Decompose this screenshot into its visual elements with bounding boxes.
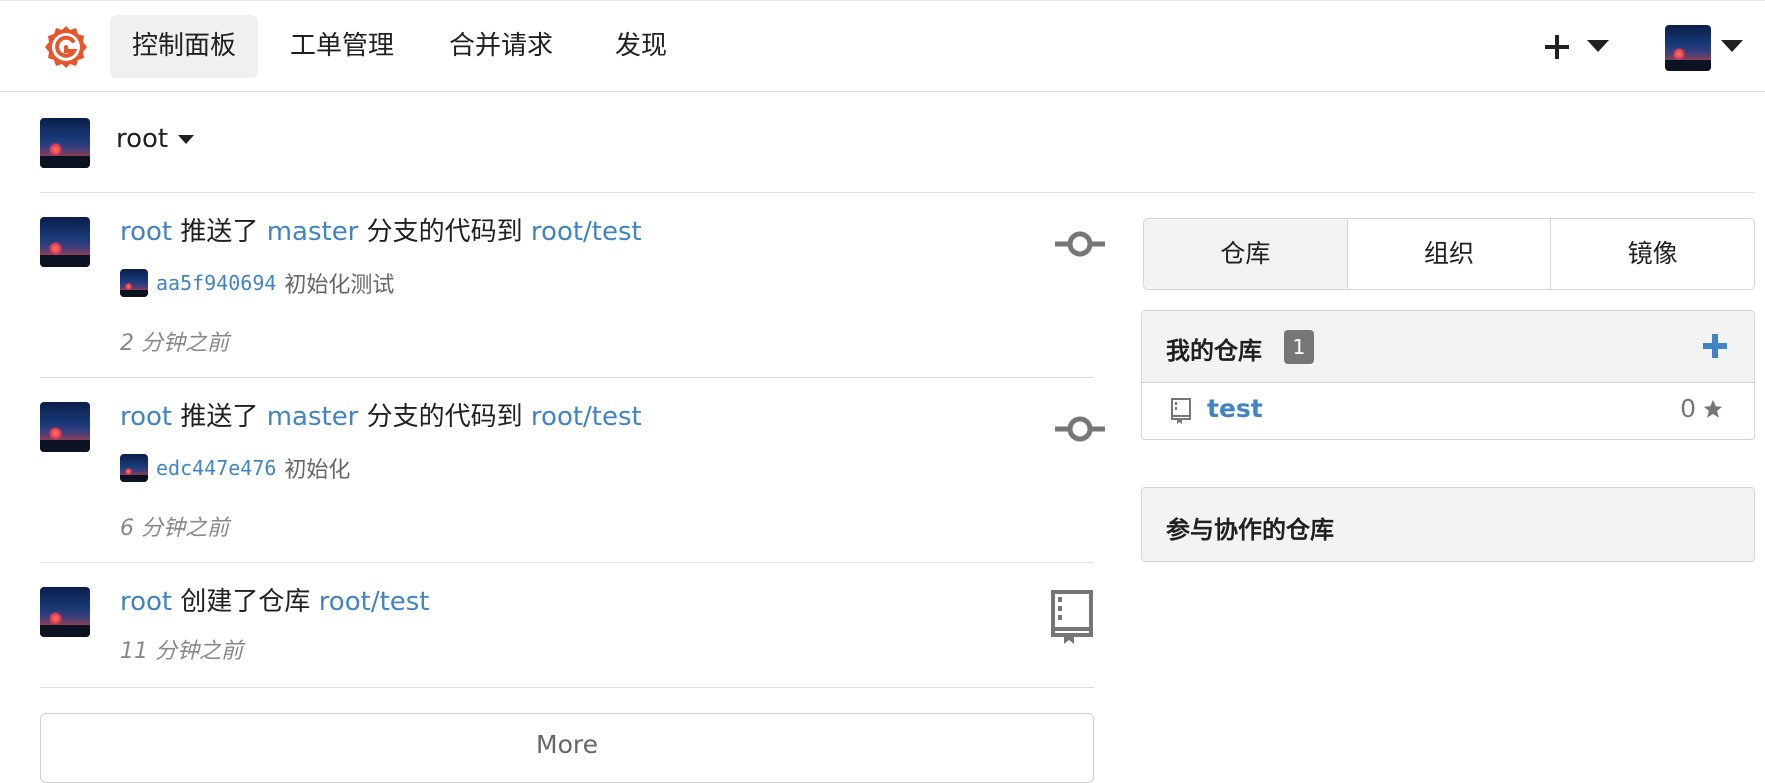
feed-commit: aa5f940694 初始化测试 — [120, 267, 394, 299]
context-switcher: root — [40, 118, 1755, 193]
caret-down-icon — [178, 135, 195, 144]
feed-user-avatar[interactable] — [40, 587, 90, 637]
repo-book-icon — [1051, 590, 1093, 644]
feed-item: root 创建了仓库 root/test 11 分钟之前 — [40, 563, 1094, 688]
feed-repo-link[interactable]: root/test — [531, 217, 642, 247]
repo-star-count: 0 — [1680, 394, 1696, 423]
chevron-down-icon — [1587, 40, 1609, 52]
feed-item: root 推送了 master 分支的代码到 root/test edc447e… — [40, 378, 1105, 563]
feed-commit: edc447e476 初始化 — [120, 452, 350, 484]
my-repositories-title: 我的仓库 — [1166, 337, 1262, 365]
commit-message: 初始化 — [284, 458, 351, 483]
feed-action-text: 分支的代码到 — [366, 217, 523, 247]
feed-action-text: 创建了仓库 — [180, 587, 311, 617]
feed-user-link[interactable]: root — [120, 402, 172, 432]
top-navbar: 控制面板 工单管理 合并请求 发现 — [0, 0, 1765, 92]
context-user-dropdown[interactable]: root — [116, 124, 195, 154]
plus-icon — [1545, 35, 1569, 59]
activity-feed: root 推送了 master 分支的代码到 root/test aa5f940… — [40, 193, 1105, 688]
feed-branch-link[interactable]: master — [267, 217, 359, 247]
tab-repositories[interactable]: 仓库 — [1144, 219, 1348, 289]
feed-user-link[interactable]: root — [120, 217, 172, 247]
git-commit-icon — [1055, 416, 1105, 442]
feed-time: 2 分钟之前 — [120, 331, 229, 356]
chevron-down-icon — [1721, 40, 1743, 52]
feed-action-text: 推送了 — [180, 217, 259, 247]
user-menu-dropdown[interactable] — [1665, 25, 1745, 73]
feed-user-avatar[interactable] — [40, 402, 90, 452]
collaborative-repositories-panel: 参与协作的仓库 — [1141, 487, 1755, 562]
my-repositories-panel: 我的仓库 1 test 0 — [1141, 310, 1755, 440]
tab-mirrors[interactable]: 镜像 — [1551, 219, 1754, 289]
load-more-button[interactable]: More — [40, 713, 1094, 783]
repo-name-link[interactable]: test — [1207, 394, 1263, 423]
commit-sha-link[interactable]: aa5f940694 — [156, 271, 276, 295]
star-icon — [1703, 399, 1723, 418]
user-avatar — [1665, 25, 1711, 71]
gitea-logo-icon[interactable] — [43, 24, 89, 70]
create-new-dropdown[interactable] — [1535, 27, 1615, 67]
nav-issues[interactable]: 工单管理 — [268, 15, 416, 78]
feed-branch-link[interactable]: master — [267, 402, 359, 432]
feed-time: 11 分钟之前 — [120, 639, 243, 664]
nav-explore[interactable]: 发现 — [593, 15, 689, 78]
feed-repo-link[interactable]: root/test — [319, 587, 430, 617]
my-repositories-header: 我的仓库 1 — [1142, 311, 1754, 383]
feed-action-text: 推送了 — [180, 402, 259, 432]
context-user-name: root — [116, 124, 169, 154]
commit-author-avatar — [120, 269, 148, 297]
repo-icon — [1171, 398, 1191, 424]
collaborative-repositories-title: 参与协作的仓库 — [1166, 516, 1334, 544]
add-repo-plus-icon[interactable] — [1700, 331, 1730, 361]
commit-message: 初始化测试 — [284, 273, 395, 298]
repo-list-item[interactable]: test 0 — [1142, 383, 1754, 439]
feed-title: root 推送了 master 分支的代码到 root/test — [120, 396, 642, 433]
feed-user-link[interactable]: root — [120, 587, 172, 617]
commit-author-avatar — [120, 454, 148, 482]
feed-title: root 推送了 master 分支的代码到 root/test — [120, 211, 642, 248]
tab-organizations[interactable]: 组织 — [1347, 219, 1552, 289]
dashboard-tabs: 仓库 组织 镜像 — [1143, 218, 1755, 290]
context-avatar — [40, 118, 90, 168]
commit-sha-link[interactable]: edc447e476 — [156, 456, 276, 480]
feed-repo-link[interactable]: root/test — [531, 402, 642, 432]
feed-action-text: 分支的代码到 — [366, 402, 523, 432]
nav-dashboard[interactable]: 控制面板 — [110, 15, 259, 78]
nav-pull-requests[interactable]: 合并请求 — [427, 15, 575, 78]
feed-time: 6 分钟之前 — [120, 516, 229, 541]
repo-stars: 0 — [1680, 394, 1724, 423]
feed-title: root 创建了仓库 root/test — [120, 581, 430, 618]
repo-count-badge: 1 — [1284, 330, 1314, 364]
feed-item: root 推送了 master 分支的代码到 root/test aa5f940… — [40, 193, 1105, 378]
feed-user-avatar[interactable] — [40, 217, 90, 267]
git-commit-icon — [1055, 231, 1105, 257]
